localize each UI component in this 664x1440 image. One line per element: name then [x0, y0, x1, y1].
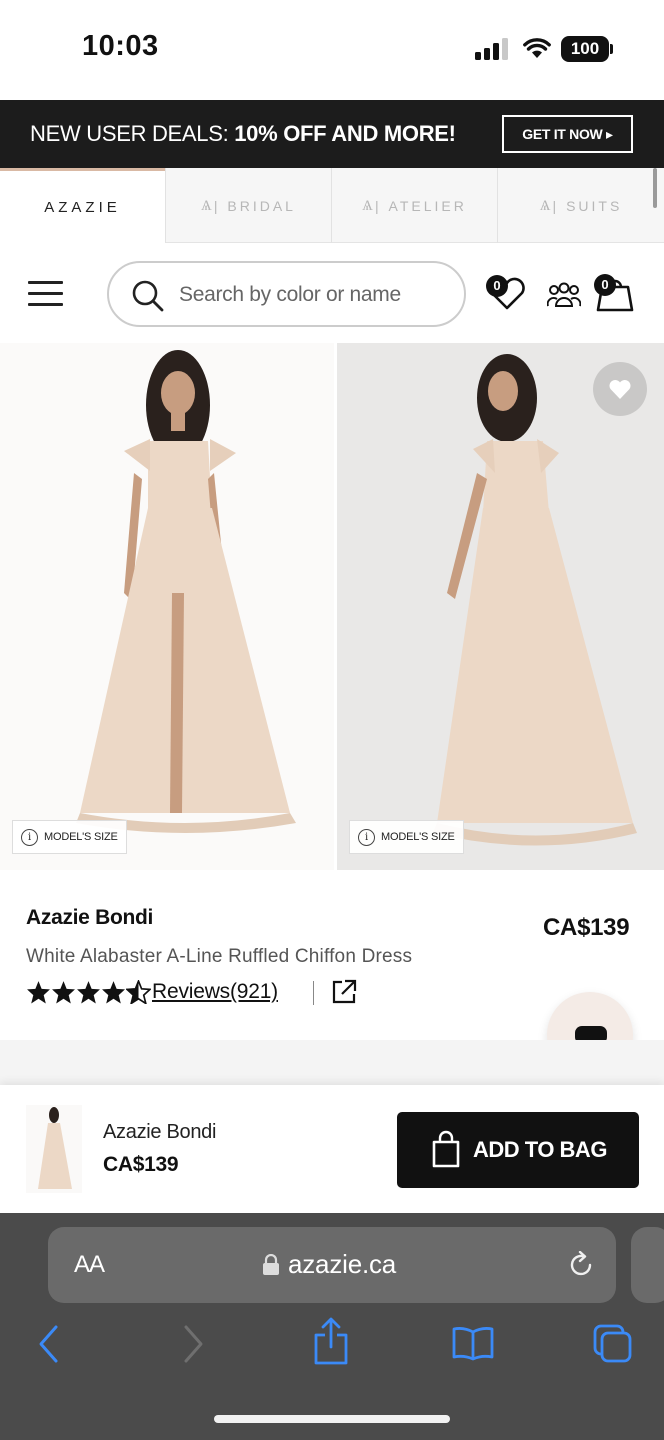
tab-azazie[interactable]: AZAZIE: [0, 168, 165, 243]
product-gallery: i MODEL'S SIZE i MODEL'S SIZE: [0, 343, 664, 870]
search-input[interactable]: [179, 275, 449, 315]
model-size-button[interactable]: i MODEL'S SIZE: [349, 820, 464, 854]
battery-cap: [610, 44, 613, 54]
cart-button[interactable]: 0: [594, 273, 636, 318]
sticky-product-name: Azazie Bondi: [103, 1121, 217, 1143]
azazie-logo-icon: Ѧ: [539, 196, 551, 214]
star-icon: [27, 981, 50, 1004]
azazie-logo-icon: Ѧ: [201, 196, 212, 214]
reviews-link[interactable]: Reviews(921): [152, 980, 278, 1004]
battery-icon: 100: [561, 36, 609, 62]
promo-text-regular: NEW USER DEALS:: [30, 121, 229, 146]
model-size-label: MODEL'S SIZE: [381, 831, 455, 843]
address-bar[interactable]: AA azazie.ca: [48, 1227, 616, 1303]
product-thumbnail: [26, 1105, 82, 1193]
product-name: Azazie Bondi: [26, 906, 154, 929]
bookmarks-icon[interactable]: [451, 1325, 495, 1361]
search-icon: [132, 280, 164, 312]
tab-suits[interactable]: Ѧ | SUITS: [497, 168, 664, 243]
sticky-add-to-bag-bar: Azazie Bondi CA$139 ADD TO BAG: [0, 1085, 664, 1213]
azazie-logo-icon: Ѧ: [362, 196, 373, 214]
product-price: CA$139: [543, 914, 630, 941]
cellular-signal-icon: [475, 38, 508, 60]
status-bar: 10:03 100: [0, 0, 664, 100]
tab-suits-label: | SUITS: [552, 197, 623, 214]
info-icon: i: [358, 828, 375, 846]
section-divider: [0, 1040, 664, 1085]
text-size-button[interactable]: AA: [74, 1251, 105, 1279]
status-time: 10:03: [82, 30, 159, 62]
half-star-icon: [126, 980, 151, 1004]
tab-atelier[interactable]: Ѧ | ATELIER: [331, 168, 497, 243]
search-bar[interactable]: [107, 261, 466, 327]
add-to-bag-button[interactable]: ADD TO BAG: [397, 1112, 639, 1188]
reload-icon[interactable]: [567, 1251, 595, 1279]
add-to-wishlist-button[interactable]: [593, 362, 647, 416]
star-icon: [52, 981, 75, 1004]
group-people-icon: [546, 282, 582, 307]
get-it-now-button[interactable]: GET IT NOW ▸: [502, 115, 633, 153]
star-icon: [77, 981, 100, 1004]
lock-icon: [263, 1254, 279, 1275]
site-header: 0 0: [0, 243, 664, 343]
tab-bridal-label: | BRIDAL: [213, 197, 296, 214]
shopping-bag-icon: [432, 1130, 460, 1168]
wifi-icon: [523, 38, 551, 58]
forward-icon[interactable]: [180, 1323, 206, 1365]
model-size-label: MODEL'S SIZE: [44, 831, 118, 843]
cart-count-badge: 0: [594, 274, 616, 296]
promo-banner: NEW USER DEALS: 10% OFF AND MORE! GET IT…: [0, 100, 664, 168]
model-front-image: [76, 350, 296, 833]
menu-icon[interactable]: [28, 281, 63, 307]
home-indicator: [214, 1415, 450, 1423]
promo-text-bold: 10% OFF AND MORE!: [234, 121, 456, 146]
url-text[interactable]: azazie.ca: [288, 1249, 396, 1280]
wishlist-count-badge: 0: [486, 275, 508, 297]
tabs-scrollbar[interactable]: [653, 168, 657, 208]
model-size-button[interactable]: i MODEL'S SIZE: [12, 820, 127, 854]
groups-button[interactable]: [546, 280, 582, 313]
sticky-product-price: CA$139: [103, 1153, 179, 1176]
tab-atelier-label: | ATELIER: [375, 197, 467, 214]
product-description: White Alabaster A-Line Ruffled Chiffon D…: [26, 946, 413, 967]
star-icon: [102, 981, 125, 1004]
next-tab-address-bar[interactable]: [631, 1227, 664, 1303]
back-icon[interactable]: [36, 1323, 62, 1365]
heart-icon: [609, 379, 631, 399]
divider: [313, 981, 314, 1005]
wishlist-button[interactable]: 0: [486, 275, 528, 316]
promo-text: NEW USER DEALS: 10% OFF AND MORE!: [30, 121, 456, 147]
external-link-icon[interactable]: [331, 979, 357, 1005]
browser-toolbar: AA azazie.ca: [0, 1213, 664, 1440]
share-icon[interactable]: [313, 1317, 349, 1367]
info-icon: i: [21, 828, 38, 846]
rating-stars: [26, 980, 151, 1004]
product-photo-back[interactable]: i MODEL'S SIZE: [337, 343, 664, 870]
add-to-bag-label: ADD TO BAG: [473, 1137, 607, 1162]
tabs-icon[interactable]: [592, 1323, 634, 1365]
brand-tabs: AZAZIE Ѧ | BRIDAL Ѧ | ATELIER Ѧ | SUITS: [0, 168, 664, 243]
product-photo-front[interactable]: i MODEL'S SIZE: [0, 343, 334, 870]
tab-azazie-label: AZAZIE: [44, 198, 121, 216]
model-back-image: [433, 354, 637, 846]
tab-bridal[interactable]: Ѧ | BRIDAL: [165, 168, 331, 243]
